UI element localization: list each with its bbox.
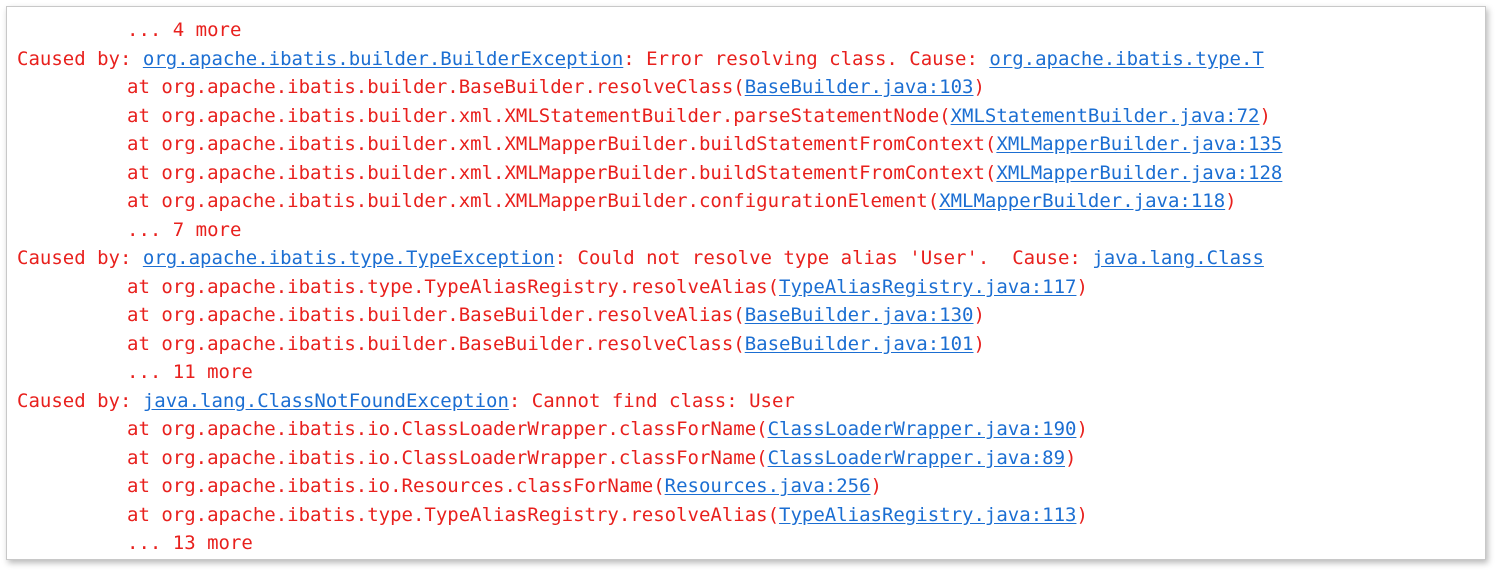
source-link[interactable]: TypeAliasRegistry.java:113 xyxy=(779,504,1076,526)
line-text: at org.apache.ibatis.builder.xml.XMLStat… xyxy=(127,104,951,127)
line-text: at org.apache.ibatis.builder.xml.XMLMapp… xyxy=(127,190,940,212)
line-text: at org.apache.ibatis.type.TypeAliasRegis… xyxy=(127,503,780,526)
console-line: ... 11 more xyxy=(17,358,1485,387)
line-text-suffix: ) xyxy=(1076,275,1088,298)
line-text-suffix: : Could not resolve type alias 'User'. C… xyxy=(554,247,1093,269)
line-text: at org.apache.ibatis.io.Resources.classF… xyxy=(127,475,665,497)
line-text: at org.apache.ibatis.io.ClassLoaderWrapp… xyxy=(127,418,768,440)
line-text-suffix: ) xyxy=(1076,418,1088,440)
console-line: at org.apache.ibatis.type.TypeAliasRegis… xyxy=(17,273,1485,302)
line-text: ... 13 more xyxy=(127,532,253,554)
source-link[interactable]: XMLMapperBuilder.java:135 xyxy=(996,133,1282,155)
line-text-suffix: : Error resolving class. Cause: xyxy=(623,47,990,70)
console-line: at org.apache.ibatis.io.Resources.classF… xyxy=(17,472,1485,501)
cause-link[interactable]: org.apache.ibatis.type.T xyxy=(989,48,1264,70)
line-text: at org.apache.ibatis.builder.xml.XMLMapp… xyxy=(127,133,997,155)
source-link[interactable]: org.apache.ibatis.type.TypeException xyxy=(143,247,555,269)
line-text-suffix: : Cannot find class: User xyxy=(508,389,795,412)
source-link[interactable]: java.lang.ClassNotFoundException xyxy=(143,390,509,412)
source-link[interactable]: org.apache.ibatis.builder.BuilderExcepti… xyxy=(143,48,623,70)
line-text-suffix: ) xyxy=(973,304,985,326)
source-link[interactable]: BaseBuilder.java:101 xyxy=(745,333,974,355)
line-text: at org.apache.ibatis.io.ClassLoaderWrapp… xyxy=(127,446,768,469)
source-link[interactable]: BaseBuilder.java:103 xyxy=(745,76,974,98)
line-text: at org.apache.ibatis.type.TypeAliasRegis… xyxy=(127,275,780,298)
line-text-suffix: ) xyxy=(1065,446,1077,469)
line-text: at org.apache.ibatis.builder.BaseBuilder… xyxy=(127,332,745,355)
source-link[interactable]: ClassLoaderWrapper.java:190 xyxy=(768,418,1077,440)
line-text: Caused by: xyxy=(17,247,143,269)
console-line: at org.apache.ibatis.builder.xml.XMLStat… xyxy=(17,102,1485,131)
line-text: at org.apache.ibatis.builder.xml.XMLMapp… xyxy=(127,161,997,184)
line-text-suffix: ) xyxy=(870,475,882,497)
console-line: at org.apache.ibatis.builder.xml.XMLMapp… xyxy=(17,130,1485,159)
console-line: ... 4 more xyxy=(17,16,1485,45)
line-text: at org.apache.ibatis.builder.BaseBuilder… xyxy=(127,304,745,326)
line-text: ... 4 more xyxy=(127,19,242,41)
source-link[interactable]: Resources.java:256 xyxy=(665,475,871,497)
stack-trace-panel: ... 4 more Caused by: org.apache.ibatis.b… xyxy=(6,6,1486,560)
source-link[interactable]: ClassLoaderWrapper.java:89 xyxy=(768,447,1065,469)
source-link[interactable]: BaseBuilder.java:130 xyxy=(745,304,974,326)
line-text-suffix: ) xyxy=(1259,104,1271,127)
line-text-suffix: ) xyxy=(1225,190,1237,212)
console-line: at org.apache.ibatis.builder.xml.XMLMapp… xyxy=(17,159,1485,188)
line-text: Caused by: xyxy=(17,47,143,70)
line-text: ... 11 more xyxy=(127,361,253,383)
line-text-suffix: ) xyxy=(973,76,985,98)
console-line: at org.apache.ibatis.builder.BaseBuilder… xyxy=(17,301,1485,330)
line-text: Caused by: xyxy=(17,389,143,412)
console-line: at org.apache.ibatis.type.TypeAliasRegis… xyxy=(17,501,1485,530)
console-line: Caused by: org.apache.ibatis.type.TypeEx… xyxy=(17,244,1485,273)
console-output: ... 4 more Caused by: org.apache.ibatis.b… xyxy=(17,16,1485,558)
line-text-suffix: ) xyxy=(1076,503,1088,526)
console-line: at org.apache.ibatis.builder.BaseBuilder… xyxy=(17,330,1485,359)
source-link[interactable]: TypeAliasRegistry.java:117 xyxy=(779,276,1076,298)
line-text: ... 7 more xyxy=(127,218,242,241)
console-line: ... 7 more xyxy=(17,216,1485,245)
console-line: ... 13 more xyxy=(17,529,1485,558)
console-line: Caused by: org.apache.ibatis.builder.Bui… xyxy=(17,45,1485,74)
source-link[interactable]: XMLStatementBuilder.java:72 xyxy=(951,105,1260,127)
console-line: at org.apache.ibatis.builder.xml.XMLMapp… xyxy=(17,187,1485,216)
console-line: Caused by: java.lang.ClassNotFoundExcept… xyxy=(17,387,1485,416)
console-line: at org.apache.ibatis.io.ClassLoaderWrapp… xyxy=(17,415,1485,444)
console-line: at org.apache.ibatis.io.ClassLoaderWrapp… xyxy=(17,444,1485,473)
source-link[interactable]: XMLMapperBuilder.java:128 xyxy=(996,162,1282,184)
cause-link[interactable]: java.lang.Class xyxy=(1092,247,1264,269)
source-link[interactable]: XMLMapperBuilder.java:118 xyxy=(939,190,1225,212)
console-line: at org.apache.ibatis.builder.BaseBuilder… xyxy=(17,73,1485,102)
line-text-suffix: ) xyxy=(973,332,985,355)
line-text: at org.apache.ibatis.builder.BaseBuilder… xyxy=(127,76,745,98)
